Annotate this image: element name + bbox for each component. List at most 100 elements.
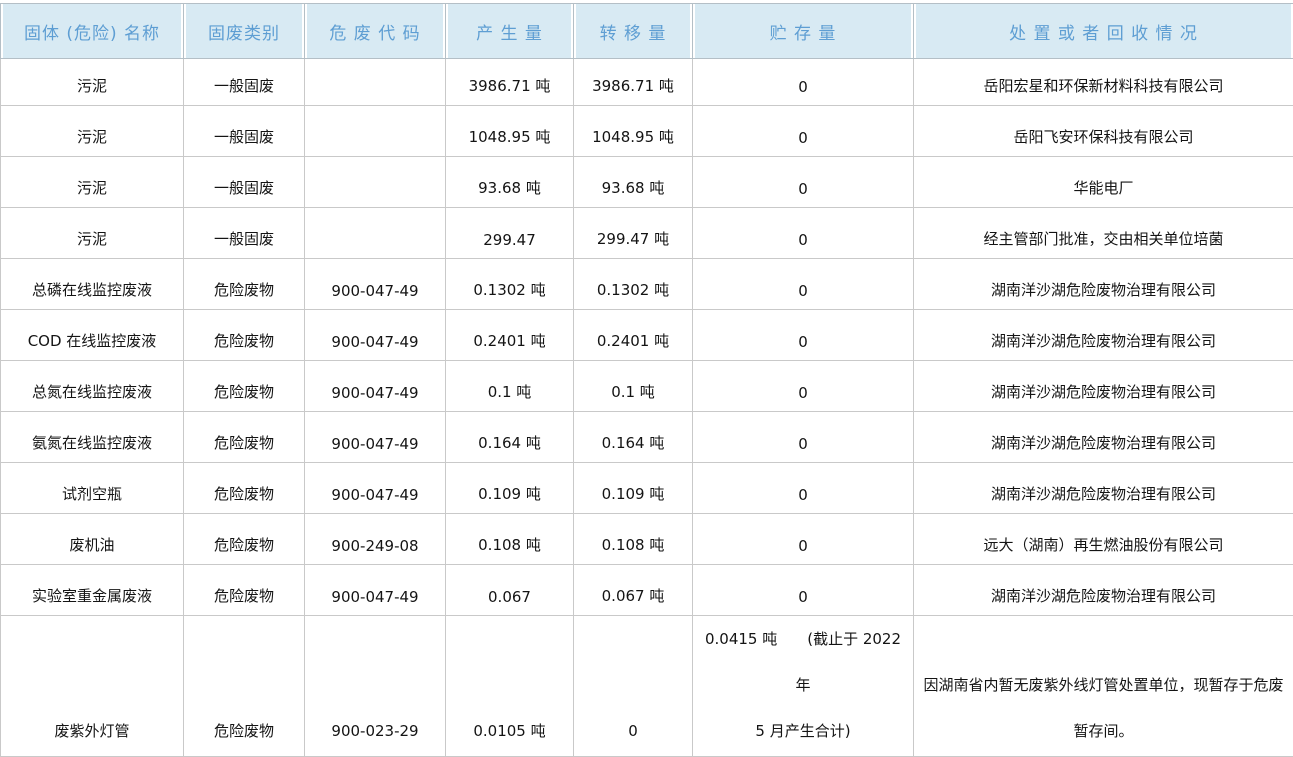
table-cell: 0 — [693, 412, 914, 463]
table-cell: 远大（湖南）再生燃油股份有限公司 — [914, 514, 1293, 565]
table-cell: 3986.71 吨 — [574, 59, 693, 106]
table-cell: 危险废物 — [184, 310, 305, 361]
table-row: 实验室重金属废液危险废物900-047-490.0670.067 吨0湖南洋沙湖… — [1, 565, 1293, 616]
table-cell: 一般固废 — [184, 106, 305, 157]
table-cell: 0 — [693, 514, 914, 565]
table-cell: 污泥 — [1, 157, 184, 208]
table-cell: 总磷在线监控废液 — [1, 259, 184, 310]
table-cell: 900-047-49 — [305, 463, 446, 514]
table-cell: 实验室重金属废液 — [1, 565, 184, 616]
table-cell: 岳阳飞安环保科技有限公司 — [914, 106, 1293, 157]
table-cell: 0 — [693, 565, 914, 616]
table-cell: 因湖南省内暂无废紫外线灯管处置单位，现暂存于危废 暂存间。 — [914, 616, 1293, 757]
table-cell: 0 — [693, 59, 914, 106]
table-row: 氨氮在线监控废液危险废物900-047-490.164 吨0.164 吨0湖南洋… — [1, 412, 1293, 463]
table-body: 污泥一般固废3986.71 吨3986.71 吨0岳阳宏星和环保新材料科技有限公… — [1, 59, 1293, 757]
table-row: 试剂空瓶危险废物900-047-490.109 吨0.109 吨0湖南洋沙湖危险… — [1, 463, 1293, 514]
report-sheet: 固体 (危险) 名称固废类别危 废 代 码产 生 量转 移 量贮 存 量处 置 … — [0, 0, 1293, 757]
table-row: 总氮在线监控废液危险废物900-047-490.1 吨0.1 吨0湖南洋沙湖危险… — [1, 361, 1293, 412]
table-cell — [305, 157, 446, 208]
table-cell: 经主管部门批准，交由相关单位培菌 — [914, 208, 1293, 259]
table-cell: 湖南洋沙湖危险废物治理有限公司 — [914, 310, 1293, 361]
table-cell: 总氮在线监控废液 — [1, 361, 184, 412]
table-row: 废机油危险废物900-249-080.108 吨0.108 吨0远大（湖南）再生… — [1, 514, 1293, 565]
table-cell: 0.164 吨 — [574, 412, 693, 463]
header-row: 固体 (危险) 名称固废类别危 废 代 码产 生 量转 移 量贮 存 量处 置 … — [1, 4, 1293, 59]
table-cell: 一般固废 — [184, 208, 305, 259]
column-header-0: 固体 (危险) 名称 — [1, 4, 184, 59]
table-cell: 900-047-49 — [305, 361, 446, 412]
table-cell: 试剂空瓶 — [1, 463, 184, 514]
table-row: 污泥一般固废299.47299.47 吨0经主管部门批准，交由相关单位培菌 — [1, 208, 1293, 259]
table-cell: 0.067 — [446, 565, 574, 616]
column-header-5: 贮 存 量 — [693, 4, 914, 59]
table-cell: 污泥 — [1, 59, 184, 106]
table-cell: 危险废物 — [184, 412, 305, 463]
column-header-4: 转 移 量 — [574, 4, 693, 59]
table-cell: 氨氮在线监控废液 — [1, 412, 184, 463]
table-row: 污泥一般固废93.68 吨93.68 吨0华能电厂 — [1, 157, 1293, 208]
table-cell: 湖南洋沙湖危险废物治理有限公司 — [914, 565, 1293, 616]
table-cell: 93.68 吨 — [574, 157, 693, 208]
table-cell: 一般固废 — [184, 157, 305, 208]
table-cell: 900-249-08 — [305, 514, 446, 565]
table-cell: 危险废物 — [184, 361, 305, 412]
table-cell: 0.0105 吨 — [446, 616, 574, 757]
table-cell — [305, 208, 446, 259]
table-cell: 0.109 吨 — [574, 463, 693, 514]
table-row: 总磷在线监控废液危险废物900-047-490.1302 吨0.1302 吨0湖… — [1, 259, 1293, 310]
table-cell: 0.2401 吨 — [574, 310, 693, 361]
table-row: 污泥一般固废1048.95 吨1048.95 吨0岳阳飞安环保科技有限公司 — [1, 106, 1293, 157]
table-cell: 0.1 吨 — [574, 361, 693, 412]
column-header-2: 危 废 代 码 — [305, 4, 446, 59]
table-cell: 岳阳宏星和环保新材料科技有限公司 — [914, 59, 1293, 106]
table-cell: 0.1302 吨 — [446, 259, 574, 310]
hazardous-waste-table: 固体 (危险) 名称固废类别危 废 代 码产 生 量转 移 量贮 存 量处 置 … — [0, 3, 1293, 757]
column-header-6: 处 置 或 者 回 收 情 况 — [914, 4, 1293, 59]
table-cell: 0 — [693, 361, 914, 412]
table-cell: 危险废物 — [184, 514, 305, 565]
table-cell — [305, 106, 446, 157]
table-cell: 湖南洋沙湖危险废物治理有限公司 — [914, 259, 1293, 310]
table-cell: 900-047-49 — [305, 259, 446, 310]
table-cell: 废机油 — [1, 514, 184, 565]
table-cell: 0 — [693, 157, 914, 208]
table-cell: 1048.95 吨 — [574, 106, 693, 157]
table-cell: 0 — [574, 616, 693, 757]
table-cell: 湖南洋沙湖危险废物治理有限公司 — [914, 412, 1293, 463]
table-cell: 900-047-49 — [305, 412, 446, 463]
table-row: 污泥一般固废3986.71 吨3986.71 吨0岳阳宏星和环保新材料科技有限公… — [1, 59, 1293, 106]
table-cell: 污泥 — [1, 106, 184, 157]
table-cell: 0.108 吨 — [574, 514, 693, 565]
table-cell: 0.164 吨 — [446, 412, 574, 463]
table-cell: 299.47 吨 — [574, 208, 693, 259]
table-cell: 湖南洋沙湖危险废物治理有限公司 — [914, 361, 1293, 412]
table-cell: 危险废物 — [184, 616, 305, 757]
table-cell: 900-023-29 — [305, 616, 446, 757]
table-cell: 0 — [693, 310, 914, 361]
table-cell: 危险废物 — [184, 565, 305, 616]
table-cell: 3986.71 吨 — [446, 59, 574, 106]
table-header: 固体 (危险) 名称固废类别危 废 代 码产 生 量转 移 量贮 存 量处 置 … — [1, 4, 1293, 59]
table-cell: 污泥 — [1, 208, 184, 259]
table-row: COD 在线监控废液危险废物900-047-490.2401 吨0.2401 吨… — [1, 310, 1293, 361]
column-header-3: 产 生 量 — [446, 4, 574, 59]
table-cell: 0.108 吨 — [446, 514, 574, 565]
table-cell: 0.109 吨 — [446, 463, 574, 514]
table-cell: 0.1 吨 — [446, 361, 574, 412]
table-cell: 危险废物 — [184, 259, 305, 310]
table-row: 废紫外灯管危险废物900-023-290.0105 吨00.0415 吨 (截止… — [1, 616, 1293, 757]
table-cell: 0.1302 吨 — [574, 259, 693, 310]
table-cell: 0.2401 吨 — [446, 310, 574, 361]
table-cell: 1048.95 吨 — [446, 106, 574, 157]
table-cell: 华能电厂 — [914, 157, 1293, 208]
table-cell: 废紫外灯管 — [1, 616, 184, 757]
table-cell: 湖南洋沙湖危险废物治理有限公司 — [914, 463, 1293, 514]
table-cell: 0 — [693, 463, 914, 514]
column-header-1: 固废类别 — [184, 4, 305, 59]
table-cell: 0 — [693, 106, 914, 157]
table-cell: 0.067 吨 — [574, 565, 693, 616]
table-cell: 0.0415 吨 (截止于 2022 年 5 月产生合计) — [693, 616, 914, 757]
table-cell: 危险废物 — [184, 463, 305, 514]
table-cell: 299.47 — [446, 208, 574, 259]
